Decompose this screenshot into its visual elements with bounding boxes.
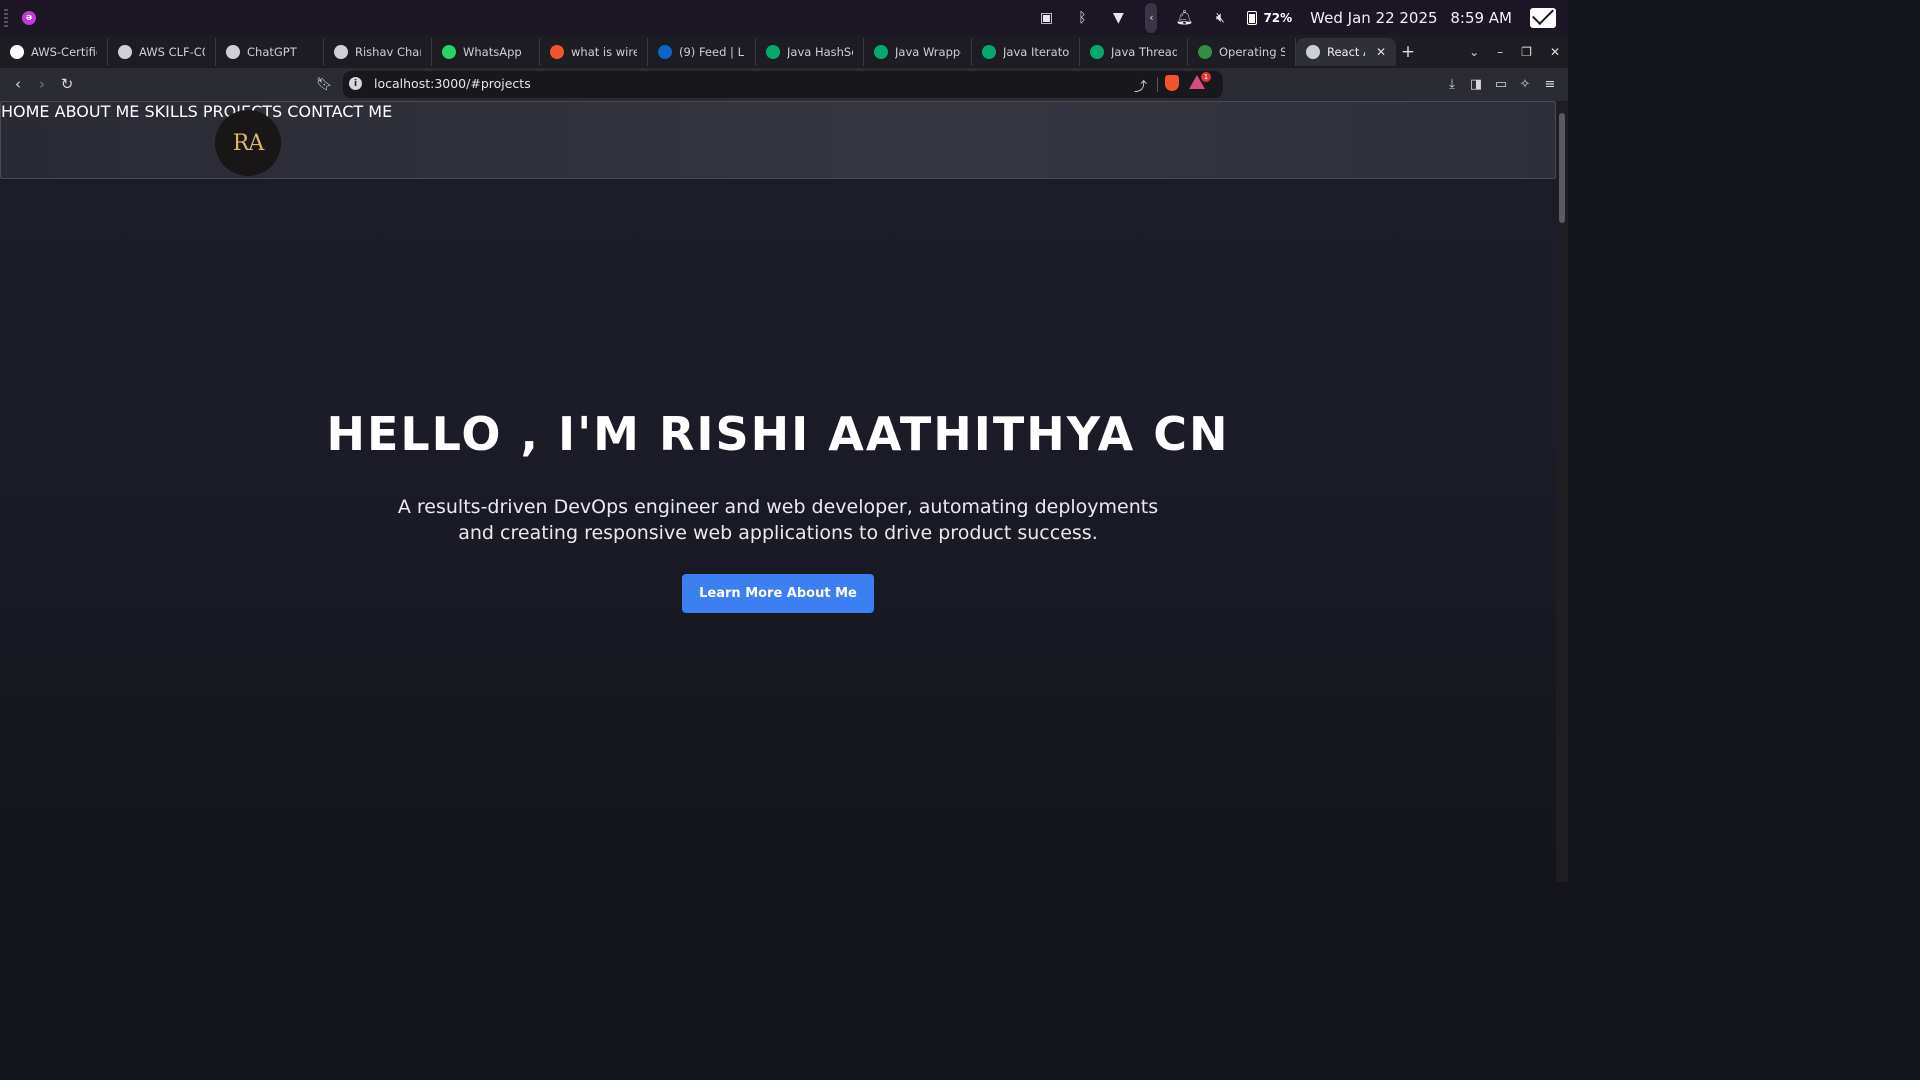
tab-label: Java HashSe — [787, 44, 853, 59]
download-icon[interactable]: ⤓ — [1443, 75, 1461, 93]
hero-subtitle-line2: and creating responsive web applications… — [458, 522, 1098, 544]
maximize-button[interactable]: ❐ — [1521, 45, 1532, 59]
globe-icon — [118, 44, 132, 59]
tab-label: Java Wrappe — [895, 44, 961, 59]
openai-icon — [226, 44, 240, 59]
w3-icon — [766, 44, 780, 59]
page-scrollbar[interactable] — [1556, 101, 1568, 882]
wifi-icon[interactable]: ▼ — [1109, 9, 1127, 27]
share-icon[interactable]: ⤴ — [1134, 76, 1147, 95]
nav-skills-link[interactable]: SKILLS — [144, 102, 197, 121]
close-tab-icon[interactable]: ✕ — [1376, 45, 1386, 59]
browser-tab[interactable]: Java Threads — [1080, 37, 1188, 66]
forward-button[interactable]: › — [33, 75, 51, 93]
browser-tab[interactable]: WhatsApp — [432, 37, 540, 66]
window-controls: ⌄ – ❐ ✕ — [1469, 35, 1560, 68]
browser-toolbar: ‹ › ↻ 🔖︎ i localhost:3000/#projects ⤴ 1 … — [0, 68, 1568, 101]
browser-tab[interactable]: Java HashSe — [756, 37, 864, 66]
browser-tab[interactable]: AWS-Certifie — [0, 37, 108, 66]
mute-icon[interactable]: 🔇︎ — [1211, 9, 1229, 27]
nav-home-link[interactable]: HOME — [1, 102, 50, 121]
system-top-bar: ə ▣ ᛒ ▼ ‹ 🔔︎ 🔇︎ 72% Wed Jan 22 2025 8:59… — [0, 0, 1568, 35]
address-bar[interactable]: i localhost:3000/#projects ⤴ 1 — [343, 71, 1223, 98]
linkedin-icon — [658, 44, 672, 59]
site-info-icon[interactable]: i — [349, 77, 362, 90]
leo-ai-icon[interactable]: ✧ — [1516, 75, 1534, 93]
tab-label: React Ap — [1327, 44, 1365, 59]
tab-label: Java Threads — [1111, 44, 1177, 59]
clock-date: Wed Jan 22 2025 — [1310, 8, 1438, 27]
tray-collapse-icon[interactable]: ‹ — [1145, 2, 1158, 33]
tab-label: what is wire — [571, 44, 637, 59]
back-button[interactable]: ‹ — [9, 75, 27, 93]
browser-tab[interactable]: Java Iterator — [972, 37, 1080, 66]
tab-label: Java Iterator — [1003, 44, 1069, 59]
whatsapp-icon — [442, 44, 456, 59]
sidebar-toggle-icon[interactable]: ◨ — [1467, 75, 1485, 93]
divider — [1157, 77, 1158, 92]
tab-list-chevron-icon[interactable]: ⌄ — [1469, 45, 1479, 59]
learn-more-button[interactable]: Learn More About Me — [682, 574, 874, 613]
w3-icon — [982, 44, 996, 59]
battery-indicator[interactable]: 72% — [1247, 10, 1293, 25]
browser-tab[interactable]: Rishav Chan — [324, 37, 432, 66]
tab-label: (9) Feed | Lir — [679, 44, 745, 59]
tab-label: WhatsApp — [463, 44, 522, 59]
gfg-icon — [1198, 44, 1212, 59]
hero-subtitle-line1: A results-driven DevOps engineer and web… — [397, 496, 1159, 518]
scrollbar-thumb[interactable] — [1559, 113, 1565, 223]
menu-icon[interactable]: ≡ — [1541, 75, 1559, 93]
tab-strip: AWS-Certifie AWS CLF-C0: ChatGPT Rishav Cha… — [0, 35, 1568, 68]
battery-icon — [1247, 10, 1258, 25]
webpage: RA HOME ABOUT ME SKILLS PROJECTS CONTACT… — [0, 101, 1556, 882]
tab-label: AWS CLF-C0: — [139, 44, 205, 59]
globe-icon — [1306, 44, 1320, 59]
browser-tab[interactable]: Operating Sy — [1188, 37, 1296, 66]
close-window-button[interactable]: ✕ — [1550, 45, 1560, 59]
brave-search-icon — [550, 44, 564, 59]
hero-title: HELLO , I'M RISHI AATHITHYA CN — [326, 407, 1230, 461]
bell-icon[interactable]: 🔔︎ — [1175, 9, 1194, 27]
github-icon — [10, 44, 24, 59]
minimize-button[interactable]: – — [1497, 45, 1503, 59]
logo-text: RA — [232, 130, 264, 156]
window-switcher-icon[interactable]: ▣ — [1037, 9, 1055, 27]
avatar-icon — [334, 44, 348, 59]
new-tab-button[interactable]: + — [1396, 42, 1420, 62]
browser-tab[interactable]: AWS CLF-C0: — [108, 37, 216, 66]
tab-label: Operating Sy — [1219, 44, 1285, 59]
browser-tab[interactable]: ChatGPT — [216, 37, 324, 66]
drag-grip-icon — [4, 8, 8, 27]
reload-button[interactable]: ↻ — [58, 75, 76, 93]
clock-time: 8:59 AM — [1450, 8, 1512, 27]
battery-percent: 72% — [1263, 10, 1293, 25]
nav-contact-link[interactable]: CONTACT ME — [287, 102, 392, 121]
site-logo[interactable]: RA — [215, 110, 281, 176]
wallet-icon[interactable]: ▭ — [1492, 75, 1510, 93]
hero-subtitle: A results-driven DevOps engineer and web… — [370, 494, 1186, 546]
clock[interactable]: Wed Jan 22 2025 8:59 AM — [1310, 9, 1512, 27]
bookmark-icon[interactable]: 🔖︎ — [315, 75, 333, 93]
tab-label: Rishav Chan — [355, 44, 421, 59]
mail-icon[interactable] — [1530, 7, 1556, 28]
brave-shields-icon[interactable] — [1165, 75, 1179, 91]
tab-label: AWS-Certifie — [31, 44, 97, 59]
notification-badge: 1 — [1201, 72, 1211, 82]
url-text[interactable]: localhost:3000/#projects — [374, 76, 531, 91]
browser-tab[interactable]: React Ap ✕ — [1296, 37, 1396, 66]
app-launcher-icon[interactable]: ə — [22, 10, 36, 25]
site-navbar: RA HOME ABOUT ME SKILLS PROJECTS CONTACT… — [0, 101, 1556, 179]
tab-label: ChatGPT — [247, 44, 297, 59]
bluetooth-icon[interactable]: ᛒ — [1073, 9, 1091, 27]
nav-about-link[interactable]: ABOUT ME — [55, 102, 140, 121]
browser-tab[interactable]: (9) Feed | Lir — [648, 37, 756, 66]
browser-tab[interactable]: Java Wrappe — [864, 37, 972, 66]
w3-icon — [874, 44, 888, 59]
browser-tab[interactable]: what is wire — [540, 37, 648, 66]
w3-icon — [1090, 44, 1104, 59]
